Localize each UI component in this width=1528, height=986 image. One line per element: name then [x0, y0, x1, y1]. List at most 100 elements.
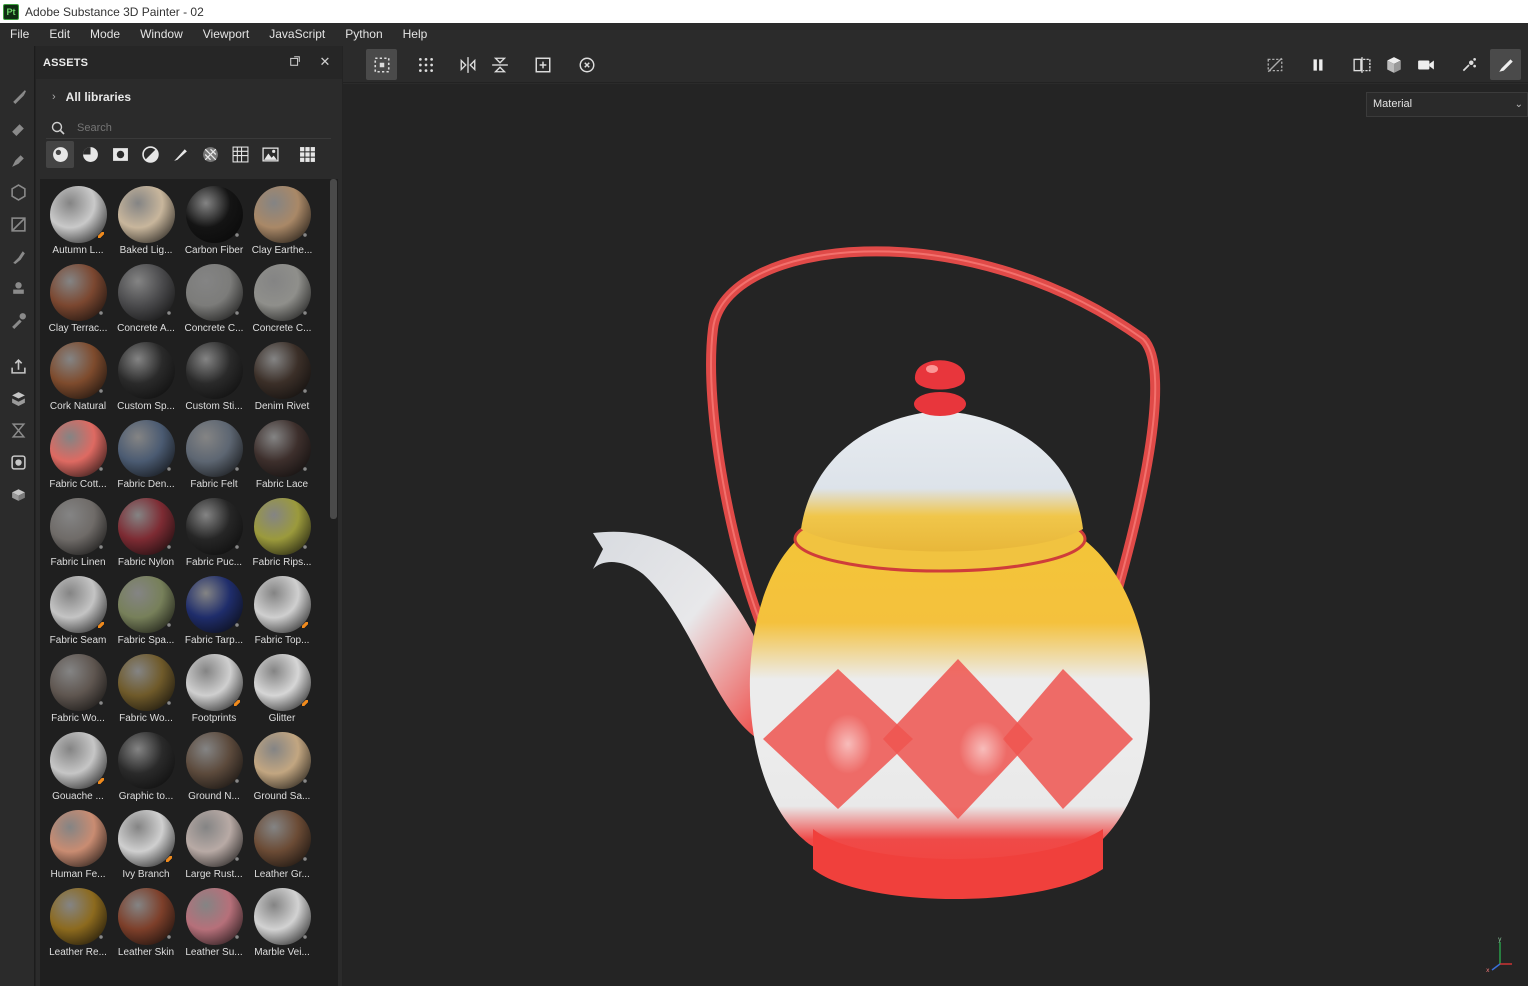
asset-tile[interactable]: Fabric Linen: [44, 496, 112, 574]
menu-javascript[interactable]: JavaScript: [259, 23, 335, 46]
asset-tile[interactable]: Fabric Spa...: [112, 574, 180, 652]
symmetry-x-icon[interactable]: [452, 49, 483, 80]
libraries-breadcrumb[interactable]: › All libraries: [52, 90, 131, 104]
polygon-fill-tool-icon[interactable]: [8, 214, 28, 234]
asset-tile[interactable]: Footprints: [180, 652, 248, 730]
filter-generators-icon[interactable]: [136, 141, 164, 168]
asset-label: Human Fe...: [50, 869, 106, 880]
menu-mode[interactable]: Mode: [80, 23, 130, 46]
asset-tile[interactable]: Leather Gr...: [248, 808, 316, 886]
asset-label: Marble Vei...: [254, 947, 310, 958]
asset-scrollbar[interactable]: [330, 179, 337, 519]
filter-alphas-icon[interactable]: [196, 141, 224, 168]
asset-tile[interactable]: Concrete A...: [112, 262, 180, 340]
asset-tile[interactable]: Leather Re...: [44, 886, 112, 964]
asset-tile[interactable]: Gouache ...: [44, 730, 112, 808]
clone-stamp-tool-icon[interactable]: [8, 278, 28, 298]
asset-tile[interactable]: Fabric Tarp...: [180, 574, 248, 652]
paint-brush-tool-icon[interactable]: [8, 86, 28, 106]
asset-tile[interactable]: Fabric Nylon: [112, 496, 180, 574]
close-icon[interactable]: ✕: [318, 55, 332, 69]
view-mode-2d3d-icon[interactable]: [1346, 49, 1377, 80]
smudge-tool-icon[interactable]: [8, 246, 28, 266]
grid-view-icon[interactable]: [293, 141, 321, 168]
filter-smart-materials-icon[interactable]: [76, 141, 104, 168]
asset-tile[interactable]: Denim Rivet: [248, 340, 316, 418]
asset-tile[interactable]: Fabric Cott...: [44, 418, 112, 496]
asset-tile[interactable]: Fabric Wo...: [112, 652, 180, 730]
projection-tool-icon[interactable]: [8, 150, 28, 170]
asset-label: Cork Natural: [49, 401, 107, 412]
reset-camera-icon[interactable]: [571, 49, 602, 80]
asset-tile[interactable]: Clay Terrac...: [44, 262, 112, 340]
menu-edit[interactable]: Edit: [39, 23, 80, 46]
asset-tile[interactable]: Graphic to...: [112, 730, 180, 808]
asset-tile[interactable]: Custom Sp...: [112, 340, 180, 418]
asset-label: Fabric Wo...: [51, 713, 105, 724]
asset-tile[interactable]: Fabric Wo...: [44, 652, 112, 730]
asset-label: Fabric Top...: [254, 635, 310, 646]
asset-tile[interactable]: Marble Vei...: [248, 886, 316, 964]
filter-materials-icon[interactable]: [46, 141, 74, 168]
filter-brushes-icon[interactable]: [166, 141, 194, 168]
asset-tile[interactable]: Fabric Den...: [112, 418, 180, 496]
asset-tile[interactable]: Concrete C...: [180, 262, 248, 340]
asset-tile[interactable]: Fabric Lace: [248, 418, 316, 496]
paint-mode-icon[interactable]: [1490, 49, 1521, 80]
asset-tile[interactable]: Fabric Seam: [44, 574, 112, 652]
physics-icon[interactable]: [1453, 49, 1484, 80]
search-input[interactable]: [77, 121, 277, 134]
menu-python[interactable]: Python: [335, 23, 392, 46]
asset-tile[interactable]: Concrete C...: [248, 262, 316, 340]
shader-settings-icon[interactable]: [8, 484, 28, 504]
asset-label: Concrete C...: [252, 323, 312, 334]
asset-tile[interactable]: Carbon Fiber: [180, 184, 248, 262]
menu-help[interactable]: Help: [393, 23, 438, 46]
asset-tile[interactable]: Cork Natural: [44, 340, 112, 418]
undock-icon[interactable]: [288, 55, 302, 69]
eraser-tool-icon[interactable]: [8, 118, 28, 138]
asset-tile[interactable]: Ground Sa...: [248, 730, 316, 808]
frame-selection-icon[interactable]: [527, 49, 558, 80]
history-icon[interactable]: [8, 420, 28, 440]
color-picker-tool-icon[interactable]: [8, 310, 28, 330]
asset-label: Fabric Nylon: [117, 557, 175, 568]
viewport-mode-select[interactable]: Material ⌄: [1366, 92, 1528, 117]
display-settings-icon[interactable]: [8, 452, 28, 472]
hide-ui-icon[interactable]: [1259, 49, 1290, 80]
camera-icon[interactable]: [1410, 49, 1441, 80]
asset-tile[interactable]: Leather Skin: [112, 886, 180, 964]
symmetry-y-icon[interactable]: [484, 49, 515, 80]
selection-tool-icon[interactable]: [366, 49, 397, 80]
asset-tile[interactable]: Fabric Puc...: [180, 496, 248, 574]
asset-tile[interactable]: Fabric Rips...: [248, 496, 316, 574]
asset-tile[interactable]: Custom Sti...: [180, 340, 248, 418]
geometry-fill-tool-icon[interactable]: [8, 182, 28, 202]
menu-viewport[interactable]: Viewport: [193, 23, 259, 46]
cube-view-icon[interactable]: [1378, 49, 1409, 80]
filter-masks-icon[interactable]: [106, 141, 134, 168]
3d-viewport-canvas[interactable]: Material ⌄ y x: [343, 84, 1528, 986]
menu-window[interactable]: Window: [130, 23, 193, 46]
asset-tile[interactable]: Ground N...: [180, 730, 248, 808]
export-icon[interactable]: [8, 356, 28, 376]
pause-icon[interactable]: [1302, 49, 1333, 80]
asset-tile[interactable]: Baked Lig...: [112, 184, 180, 262]
asset-label: Fabric Den...: [117, 479, 175, 490]
teapot-model[interactable]: [583, 179, 1163, 899]
filter-environments-icon[interactable]: [256, 141, 284, 168]
asset-tile[interactable]: Leather Su...: [180, 886, 248, 964]
filter-textures-icon[interactable]: [226, 141, 254, 168]
asset-tile[interactable]: Ivy Branch: [112, 808, 180, 886]
asset-tile[interactable]: Large Rust...: [180, 808, 248, 886]
grid-snap-icon[interactable]: [410, 49, 441, 80]
substance-badge-icon: [166, 622, 172, 628]
asset-tile[interactable]: Fabric Top...: [248, 574, 316, 652]
asset-tile[interactable]: Human Fe...: [44, 808, 112, 886]
menu-file[interactable]: File: [0, 23, 39, 46]
asset-tile[interactable]: Autumn L...: [44, 184, 112, 262]
asset-tile[interactable]: Glitter: [248, 652, 316, 730]
asset-tile[interactable]: Fabric Felt: [180, 418, 248, 496]
asset-tile[interactable]: Clay Earthe...: [248, 184, 316, 262]
bake-mesh-icon[interactable]: [8, 388, 28, 408]
